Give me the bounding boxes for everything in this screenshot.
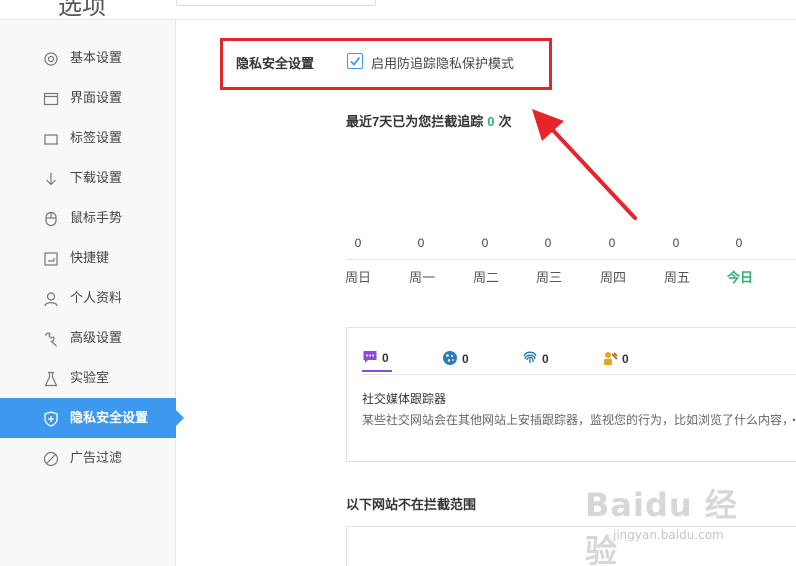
day-count: 0 xyxy=(481,236,489,250)
privacy-section-title: 隐私安全设置 xyxy=(236,56,315,71)
sidebar-item-tabs[interactable]: 标签设置 xyxy=(0,118,176,158)
anti-tracking-checkbox[interactable] xyxy=(347,53,363,69)
sidebar-item-label: 快捷键 xyxy=(70,250,110,265)
mouse-icon xyxy=(42,210,60,228)
search-input[interactable] xyxy=(176,0,376,6)
day-count: 0 xyxy=(417,236,425,250)
sidebar-item-label: 个人资料 xyxy=(70,290,123,305)
annotation-arrow xyxy=(532,109,637,220)
sidebar-item-profile[interactable]: 个人资料 xyxy=(0,278,176,318)
exclusion-list-title: 以下网站不在拦截范围 xyxy=(346,497,477,512)
day-label: 周三 xyxy=(535,270,562,285)
day-count: 0 xyxy=(608,236,616,250)
tab-icon xyxy=(42,130,60,148)
exclusion-list[interactable] xyxy=(346,526,796,566)
day-label: 周日 xyxy=(344,270,371,285)
sidebar-item-mouse-gesture[interactable]: 鼠标手势 xyxy=(0,198,176,238)
page-title: 选项 xyxy=(58,0,106,20)
checkmark-icon xyxy=(350,56,361,66)
block-count: 0 xyxy=(487,114,495,129)
tab-divider xyxy=(362,374,796,375)
wrench-icon xyxy=(42,330,60,348)
block-summary: 最近7天已为您拦截追踪 0 次 xyxy=(346,111,511,130)
sidebar-item-label: 基本设置 xyxy=(70,50,123,65)
tab-count: 0 xyxy=(382,351,389,365)
block-icon xyxy=(42,450,60,468)
block-summary-prefix: 最近7天已为您拦截追踪 xyxy=(346,114,484,129)
miner-icon xyxy=(602,350,618,369)
day-label-today: 今日 xyxy=(726,270,753,285)
sidebar-item-label: 隐私安全设置 xyxy=(70,410,149,425)
sidebar-item-advanced[interactable]: 高级设置 xyxy=(0,318,176,358)
sidebar-item-download[interactable]: 下载设置 xyxy=(0,158,176,198)
tab-cookie-trackers[interactable]: 0 xyxy=(442,346,472,372)
sidebar-item-label: 标签设置 xyxy=(70,130,123,145)
user-icon xyxy=(42,290,60,308)
top-bar: 选项 xyxy=(0,0,796,20)
tab-fingerprint-trackers[interactable]: 0 xyxy=(522,346,552,372)
tracker-category-description: 某些社交网站会在其他网站上安插跟踪器，监视您的行为，比如浏览了什么内容，・ xyxy=(362,413,796,427)
day-count: 0 xyxy=(544,236,552,250)
sidebar-item-privacy[interactable]: 隐私安全设置 xyxy=(0,398,184,438)
sidebar-item-basic[interactable]: 基本设置 xyxy=(0,38,176,78)
tab-social-trackers[interactable]: 0 xyxy=(362,346,392,372)
settings-gear-icon xyxy=(42,50,60,68)
sidebar-item-label: 高级设置 xyxy=(70,330,123,345)
anti-tracking-label[interactable]: 启用防追踪隐私保护模式 xyxy=(371,53,514,72)
day-label: 周四 xyxy=(599,270,626,285)
day-label: 周二 xyxy=(472,270,499,285)
day-label: 周五 xyxy=(663,270,690,285)
day-label: 周一 xyxy=(408,270,435,285)
tab-count: 0 xyxy=(542,352,549,366)
social-chat-icon xyxy=(362,349,378,368)
day-labels: 周日 周一 周二 周三 周四 周五 今日 xyxy=(340,267,796,287)
chart-baseline xyxy=(346,259,796,260)
day-count: 0 xyxy=(354,236,362,250)
window-icon xyxy=(42,90,60,108)
download-icon xyxy=(42,170,60,188)
block-summary-suffix: 次 xyxy=(498,114,512,129)
sidebar-item-adblock[interactable]: 广告过滤 xyxy=(0,438,176,478)
cookie-icon xyxy=(442,350,458,369)
tracker-category-title: 社交媒体跟踪器 xyxy=(362,392,447,406)
sidebar-item-label: 实验室 xyxy=(70,370,110,385)
tab-count: 0 xyxy=(622,352,629,366)
fingerprint-icon xyxy=(522,350,538,369)
keyboard-icon xyxy=(42,250,60,268)
day-count: 0 xyxy=(672,236,680,250)
daily-counts: 0 0 0 0 0 0 0 xyxy=(340,236,796,256)
day-count: 0 xyxy=(735,236,743,250)
sidebar-item-label: 下载设置 xyxy=(70,170,123,185)
sidebar-item-interface[interactable]: 界面设置 xyxy=(0,78,176,118)
flask-icon xyxy=(42,370,60,388)
sidebar-item-label: 界面设置 xyxy=(70,90,123,105)
sidebar-item-shortcuts[interactable]: 快捷键 xyxy=(0,238,176,278)
sidebar-item-lab[interactable]: 实验室 xyxy=(0,358,176,398)
shield-icon xyxy=(42,410,60,428)
sidebar: 基本设置 界面设置 标签设置 下载设置 鼠标手势 快捷键 个人资料 高级设置 实… xyxy=(0,20,184,566)
sidebar-item-label: 鼠标手势 xyxy=(70,210,123,225)
sidebar-item-label: 广告过滤 xyxy=(70,450,123,465)
tab-cryptominer-trackers[interactable]: 0 xyxy=(602,346,632,372)
tab-count: 0 xyxy=(462,352,469,366)
